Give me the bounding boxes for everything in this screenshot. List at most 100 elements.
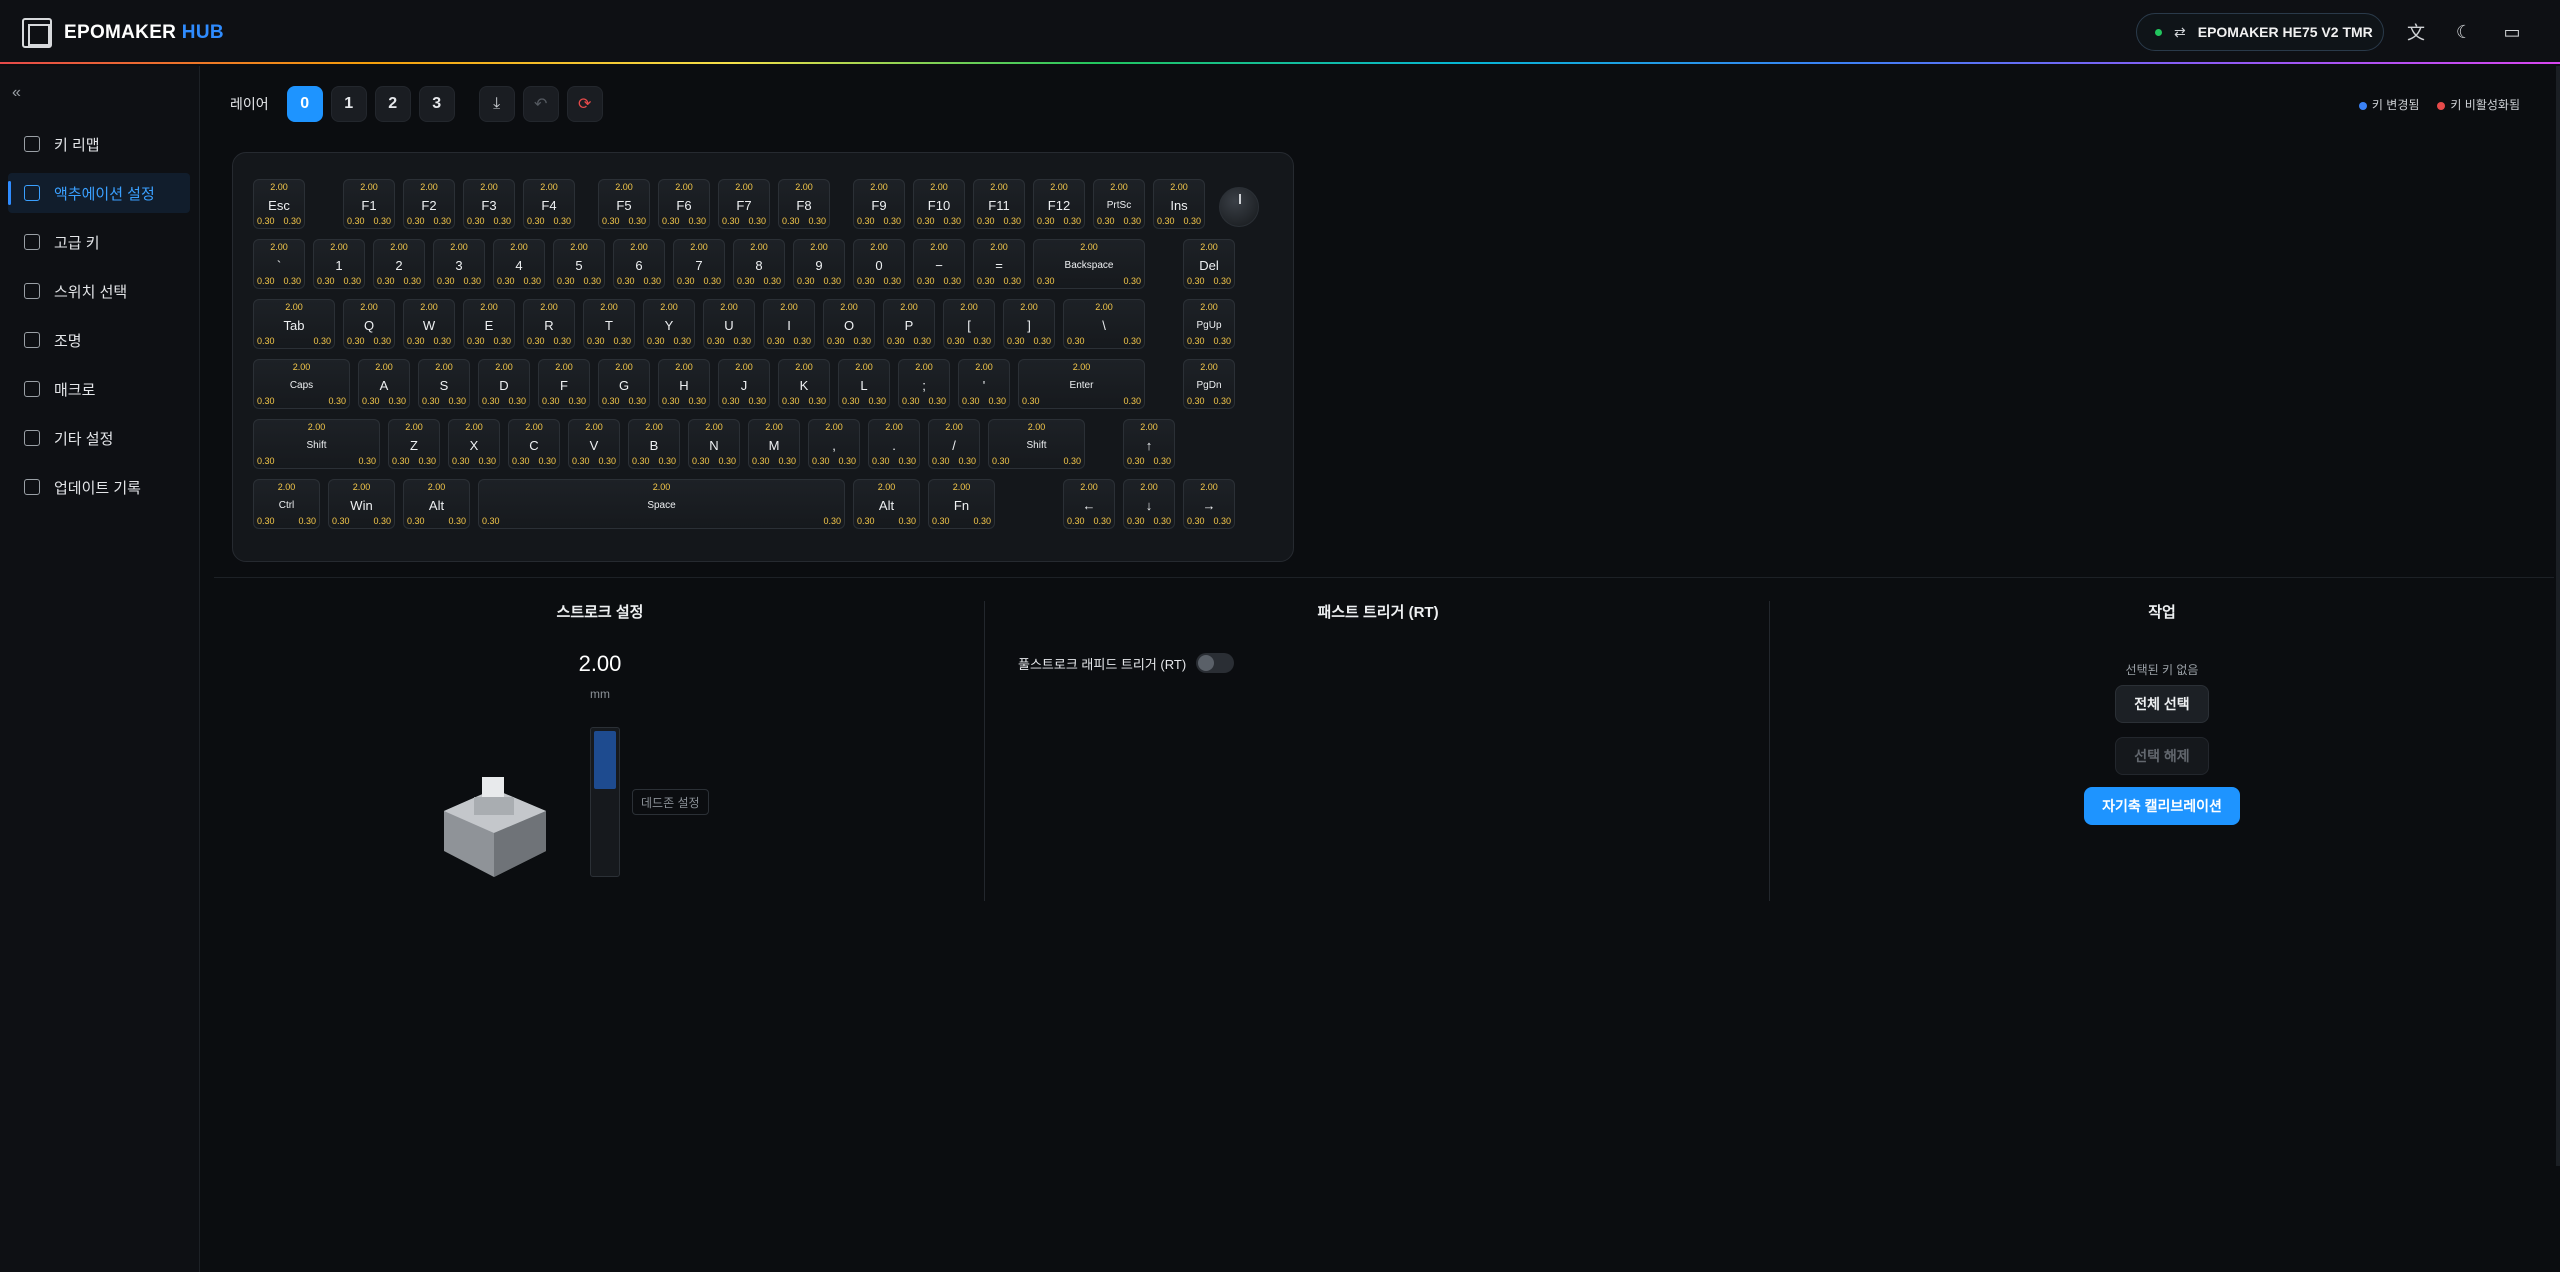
key[interactable]: 2.00 Fn 0.30 0.30 (928, 479, 995, 529)
key[interactable]: 2.00 M 0.30 0.30 (748, 419, 800, 469)
key[interactable]: 2.00 Del 0.30 0.30 (1183, 239, 1235, 289)
key[interactable]: 2.00 F7 0.30 0.30 (718, 179, 770, 229)
key[interactable]: 2.00, 0.30 0.30 (808, 419, 860, 469)
collapse-sidebar-icon[interactable]: « (12, 84, 21, 102)
key[interactable]: 2.00 ↑ 0.30 0.30 (1123, 419, 1175, 469)
key[interactable]: 2.00 Caps 0.30 0.30 (253, 359, 350, 409)
layer-1-button[interactable]: 1 (330, 86, 367, 122)
key[interactable]: 2.00 = 0.30 0.30 (973, 239, 1025, 289)
key[interactable]: 2.00 /0.30 0.30 (928, 419, 980, 469)
translate-icon[interactable]: 文 (2404, 20, 2428, 44)
key[interactable]: 2.00 4 0.30 0.30 (493, 239, 545, 289)
key[interactable]: 2.00 Ins 0.30 0.30 (1153, 179, 1205, 229)
select-all-button[interactable]: 전체 선택 (2115, 685, 2209, 723)
key[interactable]: 2.00 Shift 0.30 0.30 (253, 419, 380, 469)
key[interactable]: 2.00 F9 0.30 0.30 (853, 179, 905, 229)
key[interactable]: 2.00 F3 0.30 0.30 (463, 179, 515, 229)
key[interactable]: 2.00 F 0.30 0.30 (538, 359, 590, 409)
key[interactable]: 2.00 2 0.30 0.30 (373, 239, 425, 289)
key[interactable]: 2.00 Enter 0.30 0.30 (1018, 359, 1145, 409)
calibrate-button[interactable]: 자기축 캘리브레이션 (2084, 787, 2240, 825)
layer-3-button[interactable]: 3 (418, 86, 455, 122)
key[interactable]: 2.00 [0.30 0.30 (943, 299, 995, 349)
scrollbar[interactable] (2556, 66, 2560, 1166)
sidebar-item-3[interactable]: 스위치 선택 (8, 271, 190, 311)
key[interactable]: 2.00 0 0.30 0.30 (853, 239, 905, 289)
key[interactable]: 2.00 C 0.30 0.30 (508, 419, 560, 469)
key[interactable]: 2.00 X 0.30 0.30 (448, 419, 500, 469)
full-stroke-rt-toggle[interactable] (1196, 653, 1235, 673)
key[interactable]: 2.00 L 0.30 0.30 (838, 359, 890, 409)
key[interactable]: 2.00 F2 0.30 0.30 (403, 179, 455, 229)
device-selector[interactable]: ⇄ EPOMAKER HE75 V2 TMR (2136, 13, 2384, 51)
key[interactable]: 2.00 7 0.30 0.30 (673, 239, 725, 289)
key[interactable]: 2.00 Esc 0.30 0.30 (253, 179, 305, 229)
key[interactable]: 2.00] 0.30 0.30 (1003, 299, 1055, 349)
key[interactable]: 2.00 A 0.30 0.30 (358, 359, 410, 409)
chat-icon[interactable]: ▭ (2500, 20, 2524, 44)
layer-2-button[interactable]: 2 (374, 86, 411, 122)
moon-icon[interactable]: ☾ (2452, 20, 2476, 44)
key[interactable]: 2.00 S 0.30 0.30 (418, 359, 470, 409)
deadzone-button[interactable]: 데드존 설정 (632, 789, 709, 815)
sidebar-item-4[interactable]: 조명 (8, 320, 190, 360)
key[interactable]: 2.00 K 0.30 0.30 (778, 359, 830, 409)
key[interactable]: 2.00 Alt 0.30 0.30 (403, 479, 470, 529)
key[interactable]: 2.00; 0.30 0.30 (898, 359, 950, 409)
key[interactable]: 2.00 Y 0.30 0.30 (643, 299, 695, 349)
key[interactable]: 2.00 \ 0.30 0.30 (1063, 299, 1145, 349)
sidebar-item-6[interactable]: 기타 설정 (8, 418, 190, 458)
key[interactable]: 2.00 O 0.30 0.30 (823, 299, 875, 349)
key[interactable]: 2.00 P 0.30 0.30 (883, 299, 935, 349)
key[interactable]: 2.00 8 0.30 0.30 (733, 239, 785, 289)
key[interactable]: 2.00 F10 0.30 0.30 (913, 179, 965, 229)
key[interactable]: 2.00 Ctrl 0.30 0.30 (253, 479, 320, 529)
key[interactable]: 2.00 Tab 0.30 0.30 (253, 299, 335, 349)
key[interactable]: 2.00 F4 0.30 0.30 (523, 179, 575, 229)
key[interactable]: 2.00 5 0.30 0.30 (553, 239, 605, 289)
key[interactable]: 2.00 V 0.30 0.30 (568, 419, 620, 469)
sidebar-item-2[interactable]: 고급 키 (8, 222, 190, 262)
key[interactable]: 2.00 T 0.30 0.30 (583, 299, 635, 349)
key[interactable]: 2.00 1 0.30 0.30 (313, 239, 365, 289)
key[interactable]: 2.00 E 0.30 0.30 (463, 299, 515, 349)
key[interactable]: 2.00 F1 0.30 0.30 (343, 179, 395, 229)
key[interactable]: 2.00 PgUp 0.30 0.30 (1183, 299, 1235, 349)
key[interactable]: 2.00 Q 0.30 0.30 (343, 299, 395, 349)
reset-icon[interactable]: ⟳ (566, 86, 603, 122)
rotary-knob-icon[interactable] (1219, 187, 1259, 227)
key[interactable]: 2.00 PrtSc 0.30 0.30 (1093, 179, 1145, 229)
key[interactable]: 2.00 3 0.30 0.30 (433, 239, 485, 289)
key[interactable]: 2.00 ' 0.30 0.30 (958, 359, 1010, 409)
key[interactable]: 2.00. 0.30 0.30 (868, 419, 920, 469)
key[interactable]: 2.00 U 0.30 0.30 (703, 299, 755, 349)
key[interactable]: 2.00 PgDn 0.30 0.30 (1183, 359, 1235, 409)
key[interactable]: 2.00 B 0.30 0.30 (628, 419, 680, 469)
key[interactable]: 2.00 −0.30 0.30 (913, 239, 965, 289)
download-icon[interactable]: ⤓ (478, 86, 515, 122)
key[interactable]: 2.00 9 0.30 0.30 (793, 239, 845, 289)
key[interactable]: 2.00 H 0.30 0.30 (658, 359, 710, 409)
key[interactable]: 2.00 ↓ 0.30 0.30 (1123, 479, 1175, 529)
key[interactable]: 2.00 F12 0.30 0.30 (1033, 179, 1085, 229)
key[interactable]: 2.00 F6 0.30 0.30 (658, 179, 710, 229)
key[interactable]: 2.00 J 0.30 0.30 (718, 359, 770, 409)
key[interactable]: 2.00 I 0.30 0.30 (763, 299, 815, 349)
layer-0-button[interactable]: 0 (286, 86, 323, 122)
key[interactable]: 2.00 Z 0.30 0.30 (388, 419, 440, 469)
stroke-depth-bar[interactable] (590, 727, 620, 877)
key[interactable]: 2.00 N 0.30 0.30 (688, 419, 740, 469)
key[interactable]: 2.00 Backspace 0.30 0.30 (1033, 239, 1145, 289)
deselect-button[interactable]: 선택 해제 (2115, 737, 2209, 775)
key[interactable]: 2.00 G 0.30 0.30 (598, 359, 650, 409)
key[interactable]: 2.00 F11 0.30 0.30 (973, 179, 1025, 229)
sidebar-item-0[interactable]: 키 리맵 (8, 124, 190, 164)
undo-icon[interactable]: ↶ (522, 86, 559, 122)
sidebar-item-5[interactable]: 매크로 (8, 369, 190, 409)
sidebar-item-1[interactable]: 액추에이션 설정 (8, 173, 190, 213)
key[interactable]: 2.00 ← 0.30 0.30 (1063, 479, 1115, 529)
key[interactable]: 2.00 W 0.30 0.30 (403, 299, 455, 349)
key[interactable]: 2.00 Win 0.30 0.30 (328, 479, 395, 529)
key[interactable]: 2.00 D 0.30 0.30 (478, 359, 530, 409)
key[interactable]: 2.00 F8 0.30 0.30 (778, 179, 830, 229)
